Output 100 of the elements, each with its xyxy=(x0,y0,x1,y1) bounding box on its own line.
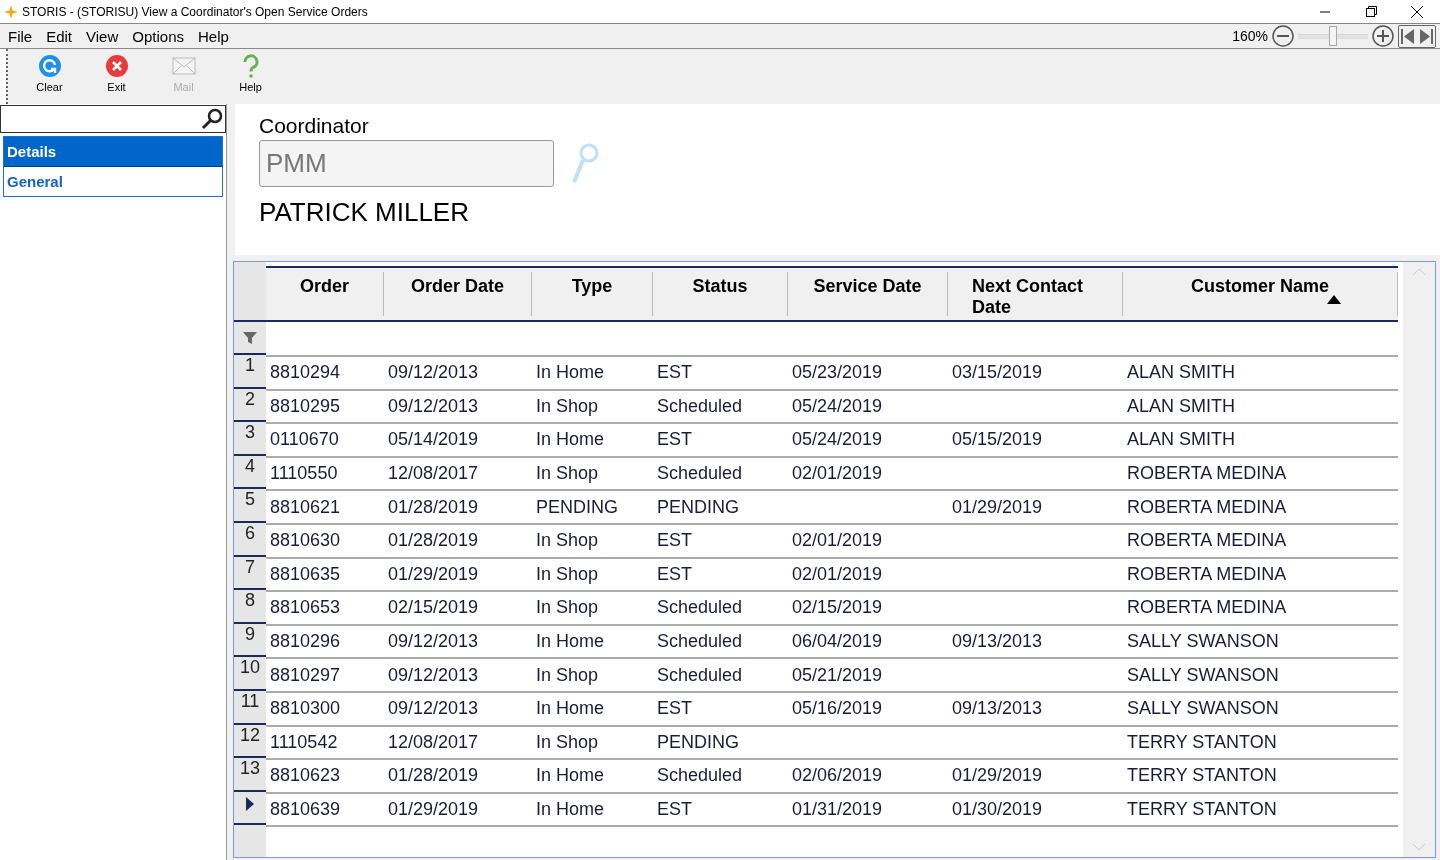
table-cell-text: 8810630 xyxy=(269,530,342,552)
table-cell-text: 12/08/2017 xyxy=(387,731,480,753)
close-icon xyxy=(104,54,129,78)
row-header[interactable]: 9 xyxy=(234,623,266,658)
table-cell-text: 09/12/2013 xyxy=(387,631,480,653)
menu-item[interactable]: Options xyxy=(126,27,190,45)
table-cell-text: 05/14/2019 xyxy=(387,429,480,451)
table-cell-text: 09/12/2013 xyxy=(387,395,480,417)
filter-icon[interactable] xyxy=(242,329,258,346)
table-cell-text: Scheduled xyxy=(656,395,744,417)
zoom-out-icon[interactable] xyxy=(1272,25,1294,47)
search-icon xyxy=(201,108,223,130)
current-row-icon xyxy=(245,795,255,814)
table-cell-text: 01/30/2019 xyxy=(951,799,1044,820)
table-cell-text: In Home xyxy=(535,429,606,451)
table-cell-text: Scheduled xyxy=(656,664,744,686)
table-cell-text: EST xyxy=(656,362,693,384)
column-header[interactable]: Order Date xyxy=(384,272,532,316)
table-cell-text: 8810295 xyxy=(269,395,342,417)
table-cell-text: 8810296 xyxy=(269,631,342,653)
table-cell-text: 1110550 xyxy=(269,463,339,485)
row-header[interactable]: 3 xyxy=(234,422,266,456)
table-cell-text: 01/28/2019 xyxy=(387,530,480,552)
column-header[interactable]: Customer Name xyxy=(1123,272,1398,316)
row-header[interactable]: 13 xyxy=(234,758,266,792)
table-cell-text: 1110542 xyxy=(269,731,339,753)
row-header[interactable]: 8 xyxy=(234,590,266,624)
table-cell-text: ROBERTA MEDINA xyxy=(1126,597,1288,619)
table-cell-text: 01/29/2019 xyxy=(387,799,480,820)
table-cell-text: In Home xyxy=(535,698,606,720)
table-cell-text: 05/15/2019 xyxy=(951,429,1044,451)
table-cell-text: In Shop xyxy=(535,563,600,585)
search-field[interactable] xyxy=(0,105,226,133)
table-cell-text: 09/12/2013 xyxy=(387,664,480,686)
toolbar-button[interactable]: Help xyxy=(217,49,284,94)
table-cell-text: 12/08/2017 xyxy=(387,463,480,485)
table-cell-text: 05/24/2019 xyxy=(791,429,884,451)
table-cell-text: Scheduled xyxy=(656,463,744,485)
table-cell-text: 01/28/2019 xyxy=(387,496,480,518)
table-cell-text: 03/15/2019 xyxy=(951,362,1044,384)
table-cell-text: 01/29/2019 xyxy=(951,496,1044,518)
table-cell-text: PENDING xyxy=(656,496,740,518)
row-header[interactable]: 5 xyxy=(234,489,266,523)
table-cell-text: 05/24/2019 xyxy=(791,395,884,417)
toolbar-button[interactable]: Clear xyxy=(16,49,83,94)
star-logo-icon xyxy=(4,4,18,19)
zoom-reading: 160% xyxy=(1232,28,1268,44)
table-cell-text: 02/06/2019 xyxy=(791,765,884,787)
close-icon xyxy=(1411,5,1423,18)
table-cell-text: 02/01/2019 xyxy=(791,563,884,585)
row-header[interactable]: 2 xyxy=(234,388,266,423)
table-cell-text: Scheduled xyxy=(656,597,744,619)
column-header[interactable]: Order xyxy=(266,272,384,316)
column-header[interactable]: Service Date xyxy=(788,272,948,316)
restore-icon xyxy=(1365,6,1377,17)
table-cell-text: EST xyxy=(656,563,693,585)
toolbar-button[interactable]: Exit xyxy=(83,49,150,94)
row-header[interactable]: 4 xyxy=(234,455,266,490)
table-cell-text: 02/01/2019 xyxy=(791,463,884,485)
menu-item[interactable]: Edit xyxy=(40,27,79,45)
refresh-icon xyxy=(37,54,62,78)
table-cell-text: TERRY STANTON xyxy=(1126,799,1278,820)
table-cell-text: In Shop xyxy=(535,731,600,753)
sidebar-item[interactable]: Details xyxy=(4,137,222,167)
table-cell-text: SALLY SWANSON xyxy=(1126,631,1280,653)
row-header[interactable]: 1 xyxy=(234,355,266,389)
table-cell-text: 01/28/2019 xyxy=(387,765,480,787)
table-cell-text: 05/16/2019 xyxy=(791,698,884,720)
page-nav-buttons[interactable] xyxy=(1398,24,1436,48)
menu-item[interactable]: Help xyxy=(192,27,235,45)
envelope-icon xyxy=(171,54,196,78)
table-cell-text: 02/01/2019 xyxy=(791,530,884,552)
menu-item[interactable]: View xyxy=(80,27,125,45)
menu-item[interactable]: File xyxy=(2,27,39,45)
row-header[interactable]: 10 xyxy=(234,657,266,691)
column-header[interactable]: Status xyxy=(653,272,788,316)
window-title: STORIS - (STORISU) View a Coordinator's Open Service Orders xyxy=(22,4,369,19)
table-cell-text: EST xyxy=(656,698,693,720)
table-cell-text: EST xyxy=(656,799,693,820)
row-header[interactable]: 11 xyxy=(234,690,266,725)
table-cell-text: 8810639 xyxy=(269,799,342,820)
table-cell-text: 8810653 xyxy=(269,597,342,619)
column-header[interactable]: Type xyxy=(532,272,653,316)
table-cell-text: 09/12/2013 xyxy=(387,698,480,720)
table-cell-text: 05/23/2019 xyxy=(791,362,884,384)
table-cell-text: ALAN SMITH xyxy=(1126,429,1237,451)
coordinator-label: Coordinator xyxy=(259,114,370,138)
sort-ascending-icon xyxy=(1327,294,1341,304)
table-cell-text: In Shop xyxy=(535,664,600,686)
table-cell-text: 05/21/2019 xyxy=(791,664,884,686)
table-cell-text: 01/29/2019 xyxy=(951,765,1044,787)
table-cell-text: 01/31/2019 xyxy=(791,799,884,820)
row-header[interactable]: 12 xyxy=(234,724,266,759)
coordinator-field[interactable]: PMM xyxy=(259,140,554,187)
column-header[interactable]: Next Contact Date xyxy=(948,272,1123,316)
row-header[interactable]: 6 xyxy=(234,522,266,557)
zoom-in-icon[interactable] xyxy=(1372,25,1394,47)
row-header[interactable]: 7 xyxy=(234,556,266,591)
table-cell-text: 8810635 xyxy=(269,563,342,585)
table-cell-text: 06/04/2019 xyxy=(791,631,884,653)
